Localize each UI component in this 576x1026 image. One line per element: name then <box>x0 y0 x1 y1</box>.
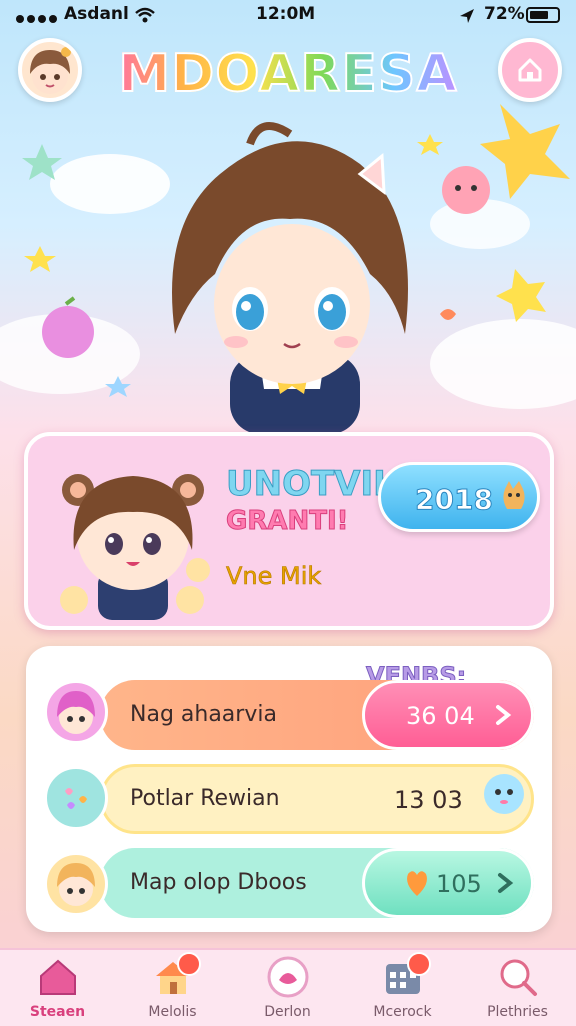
tab-derlon-label: Derlon <box>264 1004 311 1020</box>
battery-percent: 72% <box>484 4 525 24</box>
tab-mcerock[interactable]: Mcerock <box>345 950 460 1026</box>
row-1-label: Nag ahaarvia <box>130 702 277 727</box>
heart-icon <box>407 871 427 896</box>
tab-derlon[interactable]: Derlon <box>230 950 345 1026</box>
pink-hair-girl-icon <box>57 691 95 734</box>
carrier-name: Asdanl <box>64 4 129 24</box>
avatar-face-icon <box>30 47 71 94</box>
row-1-value: 36 04 <box>406 702 475 730</box>
blue-fluff-creature-icon <box>484 774 524 814</box>
score-button[interactable]: 2018 <box>378 462 540 532</box>
bottom-tab-bar: Steaen Melolis Derlon Mcerock Plethries <box>0 948 576 1026</box>
tab-melolis-label: Melolis <box>148 1004 197 1020</box>
tab-home-label: Steaen <box>29 1004 86 1020</box>
home-tab-icon <box>40 959 76 995</box>
row-3-label: Map olop Dboos <box>130 870 307 895</box>
search-tab-icon <box>500 959 537 996</box>
chevron-right-icon <box>498 873 514 893</box>
cat-sticker-icon <box>503 481 525 509</box>
paw-tab-icon <box>267 956 309 998</box>
row-2-value: 13 03 <box>394 786 463 814</box>
player-avatar-button[interactable] <box>18 38 82 102</box>
notification-badge <box>407 952 431 976</box>
tab-melolis[interactable]: Melolis <box>115 950 230 1026</box>
blonde-kid-icon <box>57 863 95 906</box>
chevron-right-icon <box>496 705 512 725</box>
row-3-avatar <box>44 852 108 916</box>
battery-icon <box>526 7 560 23</box>
row-3-value: 105 <box>436 870 482 898</box>
score-value: 2018 <box>415 483 494 517</box>
home-icon <box>518 58 542 82</box>
player-name: UNOTVIK <box>225 464 400 505</box>
tab-mcerock-label: Mcerock <box>373 1004 432 1020</box>
location-arrow-icon <box>460 9 474 23</box>
row-2-avatar <box>44 766 108 830</box>
wifi-icon <box>135 7 155 23</box>
hero-character-art <box>0 104 576 434</box>
stats-list-panel: VENBS: Nag ahaarvia 36 04 Potlar Rewian … <box>26 646 552 932</box>
hearts-badge-icon <box>65 788 87 809</box>
row-1-avatar <box>44 680 108 744</box>
player-subtitle: Vne Mik <box>226 562 322 591</box>
congrats-text: GRANTI! <box>226 506 350 537</box>
tab-plethries[interactable]: Plethries <box>460 950 575 1026</box>
row-2-label: Potlar Rewian <box>130 786 280 811</box>
game-title: MDOARESA <box>112 43 464 105</box>
tab-plethries-label: Plethries <box>487 1004 548 1020</box>
home-button[interactable] <box>498 38 562 102</box>
profile-card[interactable]: UNOTVIK GRANTI! Vne Mik 2018 <box>24 432 554 630</box>
tab-home[interactable]: Steaen <box>0 950 115 1026</box>
status-bar: Asdanl 12:0M 72% <box>0 0 576 32</box>
profile-character-art <box>60 474 210 620</box>
clock: 12:0M <box>256 4 316 24</box>
signal-dots-icon <box>16 8 60 28</box>
notification-badge <box>177 952 201 976</box>
